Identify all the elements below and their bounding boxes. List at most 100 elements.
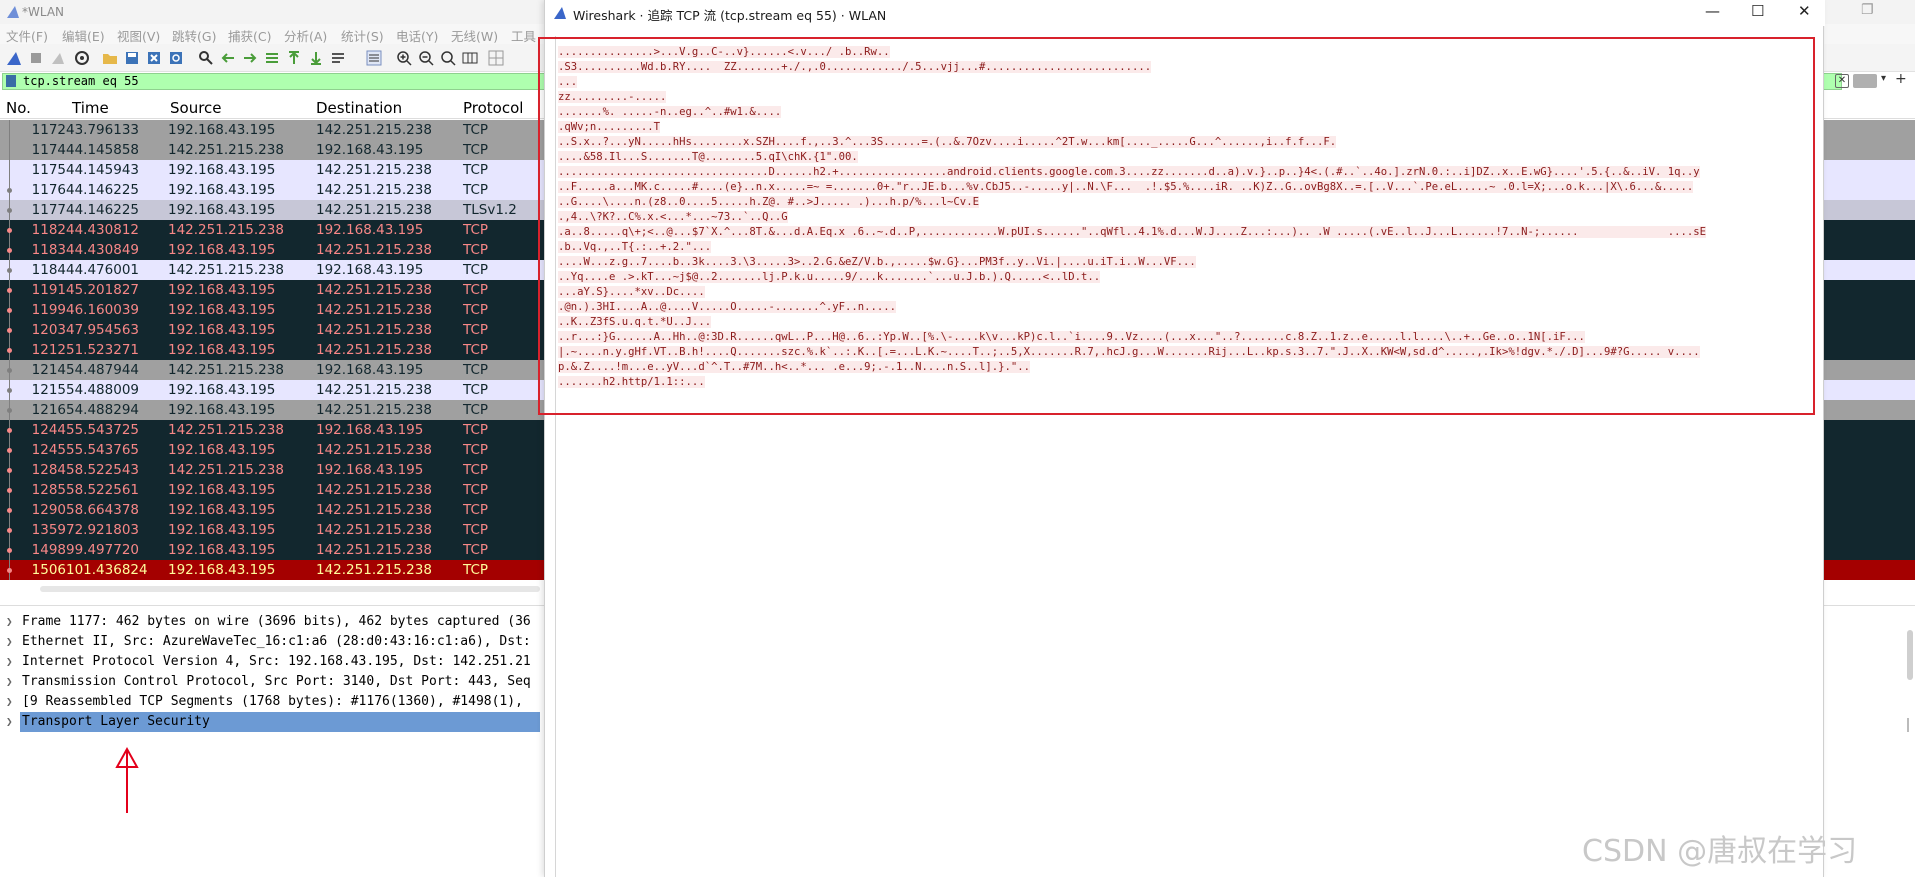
apply-filter-icon[interactable] bbox=[1853, 74, 1877, 88]
details-vertical-scrollbar[interactable] bbox=[1907, 630, 1913, 680]
add-filter-button-icon[interactable]: + bbox=[1895, 71, 1907, 87]
packet-number: 1182 bbox=[31, 222, 66, 238]
capture-options-icon[interactable] bbox=[74, 50, 90, 66]
packet-source: 142.251.215.238 bbox=[168, 142, 284, 158]
restart-capture-icon[interactable] bbox=[50, 50, 66, 66]
packet-number: 1184 bbox=[31, 262, 66, 278]
menu-go[interactable]: 跳转(G) bbox=[172, 26, 216, 45]
menu-capture[interactable]: 捕获(C) bbox=[228, 26, 271, 45]
packet-time: 58.522561 bbox=[66, 482, 140, 498]
menu-analyze[interactable]: 分析(A) bbox=[284, 26, 327, 45]
restore-window-icon[interactable]: ❐ bbox=[1861, 2, 1874, 18]
conversation-line bbox=[9, 120, 10, 140]
packet-protocol: TCP bbox=[463, 302, 489, 318]
related-packet-dot bbox=[7, 328, 12, 333]
packet-number: 1215 bbox=[31, 382, 66, 398]
column-source[interactable]: Source bbox=[170, 99, 222, 117]
stream-line: ...aY.S}....*xv..Dc.... bbox=[558, 285, 705, 300]
stream-line-text: ..Yq....e .>.kT...~j$@..2.......lj.P.k.u… bbox=[558, 271, 1101, 283]
stream-line-text: .S3..........Wd.b.RY.... ZZ.......+./.,.… bbox=[558, 61, 1152, 73]
related-packet-dot bbox=[7, 548, 12, 553]
bytes-scroll-marker[interactable] bbox=[1907, 718, 1909, 732]
expand-chevron-icon[interactable]: ❯ bbox=[6, 692, 13, 712]
filter-bookmark-icon[interactable] bbox=[6, 75, 16, 87]
stream-line-text: p.&.Z....!m...e..yV...d`^.T..#7M..h<..*.… bbox=[558, 361, 1030, 373]
go-back-icon[interactable] bbox=[220, 50, 236, 66]
column-protocol[interactable]: Protocol bbox=[463, 99, 523, 117]
close-file-icon[interactable] bbox=[146, 50, 162, 66]
packet-number: 1498 bbox=[31, 542, 66, 558]
find-packet-icon[interactable] bbox=[198, 50, 214, 66]
clear-filter-icon[interactable]: ✕ bbox=[1835, 74, 1849, 88]
packet-protocol: TCP bbox=[463, 402, 489, 418]
related-packet-dot bbox=[7, 448, 12, 453]
packet-protocol: TCP bbox=[463, 122, 489, 138]
packet-protocol: TCP bbox=[463, 562, 489, 578]
packet-protocol: TCP bbox=[463, 322, 489, 338]
packet-protocol: TCP bbox=[463, 482, 489, 498]
stream-line-text: .a..8.....q\+;<..@...$7`X.^...8T.&...d.A… bbox=[558, 226, 1707, 238]
expand-chevron-icon[interactable]: ❯ bbox=[6, 612, 13, 632]
packet-time: 44.145858 bbox=[66, 142, 140, 158]
filter-history-icon[interactable]: ▾ bbox=[1881, 73, 1886, 84]
start-capture-icon[interactable] bbox=[6, 50, 22, 66]
save-file-icon[interactable] bbox=[124, 50, 140, 66]
column-time[interactable]: Time bbox=[72, 99, 109, 117]
column-no[interactable]: No. bbox=[6, 99, 31, 117]
expand-chevron-icon[interactable]: ❯ bbox=[6, 712, 13, 732]
autoscroll-icon[interactable] bbox=[330, 50, 346, 66]
reload-file-icon[interactable] bbox=[168, 50, 184, 66]
detail-text: Transmission Control Protocol, Src Port:… bbox=[22, 674, 531, 689]
menu-view[interactable]: 视图(V) bbox=[117, 26, 160, 45]
stop-capture-icon[interactable] bbox=[28, 50, 44, 66]
last-packet-icon[interactable] bbox=[308, 50, 324, 66]
horizontal-scrollbar[interactable] bbox=[40, 586, 540, 592]
related-packet-dot bbox=[7, 508, 12, 513]
zoom-out-icon[interactable] bbox=[418, 50, 434, 66]
expand-chevron-icon[interactable]: ❯ bbox=[6, 652, 13, 672]
expand-chevron-icon[interactable]: ❯ bbox=[6, 632, 13, 652]
packet-destination: 142.251.215.238 bbox=[316, 342, 432, 358]
go-forward-icon[interactable] bbox=[242, 50, 258, 66]
minimize-icon[interactable]: — bbox=[1705, 2, 1720, 20]
resize-columns-icon[interactable] bbox=[462, 50, 478, 66]
related-packet-dot bbox=[7, 408, 12, 413]
packet-destination: 142.251.215.238 bbox=[316, 542, 432, 558]
menu-edit[interactable]: 编辑(E) bbox=[62, 26, 105, 45]
packet-protocol: TCP bbox=[463, 362, 489, 378]
zoom-in-icon[interactable] bbox=[396, 50, 412, 66]
menu-wireless[interactable]: 无线(W) bbox=[451, 26, 498, 45]
open-file-icon[interactable] bbox=[102, 50, 118, 66]
related-packet-dot bbox=[7, 188, 12, 193]
stream-line-text: .b..Vq.,..T{.:..+.2."... bbox=[558, 241, 712, 253]
go-to-packet-icon[interactable] bbox=[264, 50, 280, 66]
menu-telephony[interactable]: 电话(Y) bbox=[396, 26, 438, 45]
stream-line-text: ..S.x..?...yN.....hHs........x.SZH....f.… bbox=[558, 136, 1337, 148]
expand-chevron-icon[interactable]: ❯ bbox=[6, 672, 13, 692]
packet-protocol: TCP bbox=[463, 162, 489, 178]
stream-line: .......%. .....-n..eg..^..#w1.&.... bbox=[558, 105, 782, 120]
packet-number: 1216 bbox=[31, 402, 66, 418]
packet-protocol: TCP bbox=[463, 522, 489, 538]
packet-protocol: TCP bbox=[463, 282, 489, 298]
stream-line-text: ...............>...V.g..C-..v}......<.v.… bbox=[558, 46, 890, 58]
packet-source: 192.168.43.195 bbox=[168, 162, 276, 178]
menu-tools[interactable]: 工具 bbox=[511, 26, 536, 45]
packet-time: 55.543765 bbox=[66, 442, 140, 458]
related-packet-dot bbox=[7, 268, 12, 273]
close-icon[interactable]: ✕ bbox=[1798, 2, 1811, 20]
first-packet-icon[interactable] bbox=[286, 50, 302, 66]
colorize-icon[interactable] bbox=[366, 50, 382, 66]
packet-source: 192.168.43.195 bbox=[168, 202, 276, 218]
packet-time: 44.476001 bbox=[66, 262, 140, 278]
normal-size-icon[interactable] bbox=[440, 50, 456, 66]
menu-file[interactable]: 文件(F) bbox=[6, 26, 48, 45]
menu-statistics[interactable]: 统计(S) bbox=[341, 26, 384, 45]
packet-destination: 142.251.215.238 bbox=[316, 282, 432, 298]
stream-line: .a..8.....q\+;<..@...$7`X.^...8T.&...d.A… bbox=[558, 225, 1707, 240]
packet-time: 72.921803 bbox=[66, 522, 140, 538]
column-destination[interactable]: Destination bbox=[316, 99, 402, 117]
layout-icon[interactable] bbox=[488, 50, 504, 66]
main-window-title: *WLAN bbox=[22, 5, 65, 19]
maximize-icon[interactable]: ☐ bbox=[1751, 2, 1764, 20]
